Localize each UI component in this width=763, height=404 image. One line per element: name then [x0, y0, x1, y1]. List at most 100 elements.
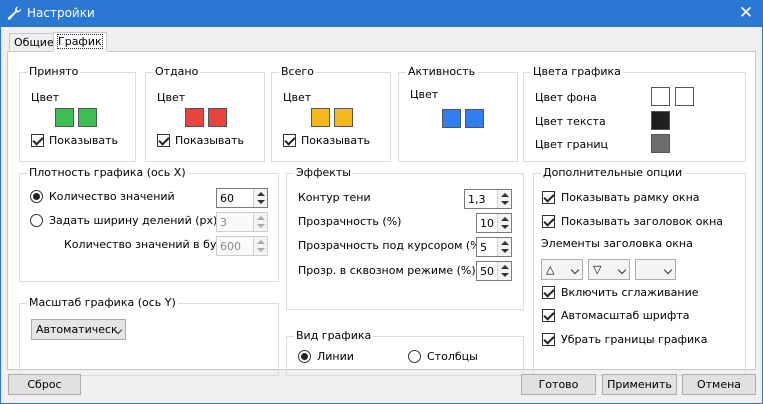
background-color-label: Цвет фона [535, 91, 597, 104]
hover-transparency-label: Прозрачность под курсором (%) [298, 239, 485, 252]
background-color-swatch-1[interactable] [651, 87, 670, 106]
remove-borders-checkbox[interactable] [542, 333, 555, 346]
transparency-spinner[interactable]: 10 [476, 213, 512, 233]
buffer-spinner[interactable]: 600 [216, 236, 268, 256]
spin-up-icon[interactable] [501, 193, 509, 197]
spin-down-icon[interactable] [501, 273, 509, 277]
graph-colors-title: Цвета графика [531, 65, 623, 79]
autoscale-font-checkbox[interactable] [542, 309, 555, 322]
lines-radio[interactable] [298, 350, 311, 363]
reset-button[interactable]: Сброс [8, 374, 81, 395]
spin-up-icon[interactable] [257, 216, 265, 220]
activity-color-swatch-2[interactable] [465, 109, 484, 128]
chevron-down-icon [570, 265, 580, 275]
show-border-label: Показывать рамку окна [561, 191, 700, 204]
chevron-down-icon [617, 265, 627, 275]
window-title: Настройки [27, 6, 95, 20]
activity-group: Активность Цвет [398, 65, 518, 162]
total-show-checkbox[interactable] [283, 134, 296, 147]
hover-spin-arrows[interactable] [497, 238, 511, 256]
sent-color-swatch-2[interactable] [208, 108, 227, 127]
through-spin-arrows[interactable] [497, 262, 511, 280]
received-show-checkbox[interactable] [31, 134, 44, 147]
density-title: Плотность графика (ось X) [27, 166, 188, 180]
header-element-select-1[interactable]: △ [541, 259, 583, 280]
through-transparency-value: 50 [480, 265, 494, 278]
count-radio[interactable] [30, 190, 43, 203]
count-spinner[interactable]: 60 [216, 188, 268, 208]
spin-down-icon[interactable] [257, 200, 265, 204]
down-triangle-icon: ▽ [593, 263, 602, 276]
total-color-swatch-2[interactable] [334, 108, 353, 127]
view-title: Вид графика [294, 329, 374, 343]
buffer-spin-arrows[interactable] [253, 237, 267, 255]
spin-down-icon[interactable] [257, 224, 265, 228]
width-value: 3 [220, 216, 227, 229]
spin-up-icon[interactable] [501, 265, 509, 269]
smoothing-checkbox[interactable] [542, 286, 555, 299]
text-color-label: Цвет текста [535, 115, 606, 128]
remove-borders-label: Убрать границы графика [561, 333, 708, 346]
spin-down-icon[interactable] [257, 248, 265, 252]
show-header-label: Показывать заголовок окна [561, 215, 724, 228]
scale-group: Масштаб графика (ось Y) Автоматическ [19, 296, 279, 376]
sent-color-swatch-1[interactable] [185, 108, 204, 127]
ok-button[interactable]: Готово [521, 374, 596, 395]
received-title: Принято [27, 65, 81, 79]
width-spinner[interactable]: 3 [216, 212, 268, 232]
shadow-spinner[interactable]: 1,3 [464, 189, 512, 209]
sent-group: Отдано Цвет Показывать [145, 65, 265, 162]
received-group: Принято Цвет Показывать [19, 65, 136, 162]
shadow-spin-arrows[interactable] [497, 190, 511, 208]
transparency-spin-arrows[interactable] [497, 214, 511, 232]
shadow-label: Контур тени [298, 191, 371, 204]
received-color-label: Цвет [31, 91, 60, 104]
scale-select[interactable]: Автоматическ [31, 319, 126, 340]
header-elements-label: Элементы заголовка окна [541, 237, 693, 250]
columns-radio[interactable] [408, 350, 421, 363]
scale-value: Автоматическ [36, 323, 118, 336]
apply-button[interactable]: Применить [602, 374, 677, 395]
width-radio[interactable] [30, 214, 43, 227]
border-color-swatch[interactable] [651, 134, 670, 153]
columns-label: Столбцы [427, 350, 478, 363]
received-color-swatch-1[interactable] [55, 108, 74, 127]
spin-down-icon[interactable] [501, 249, 509, 253]
header-element-select-3[interactable] [635, 259, 676, 280]
buffer-value: 600 [220, 240, 241, 253]
spin-down-icon[interactable] [501, 225, 509, 229]
activity-color-swatch-1[interactable] [442, 109, 461, 128]
width-spin-arrows[interactable] [253, 213, 267, 231]
lines-label: Линии [317, 350, 354, 363]
spin-up-icon[interactable] [257, 192, 265, 196]
count-value: 60 [220, 192, 234, 205]
spin-down-icon[interactable] [501, 201, 509, 205]
tab-graph[interactable]: График [53, 32, 107, 52]
spin-up-icon[interactable] [257, 240, 265, 244]
graph-colors-group: Цвета графика Цвет фона Цвет текста Цвет… [523, 65, 746, 162]
close-icon[interactable]: ✕ [729, 0, 763, 27]
tab-general[interactable]: Общие [9, 33, 59, 52]
settings-window: Общие График Принято Цвет Показывать Отд… [0, 27, 763, 404]
sent-title: Отдано [153, 65, 201, 79]
count-spin-arrows[interactable] [253, 189, 267, 207]
smoothing-label: Включить сглаживание [561, 286, 699, 299]
hover-transparency-spinner[interactable]: 5 [476, 237, 512, 257]
text-color-swatch[interactable] [651, 111, 670, 130]
total-color-swatch-1[interactable] [311, 108, 330, 127]
show-border-checkbox[interactable] [542, 191, 555, 204]
received-show-label: Показывать [49, 134, 119, 147]
cancel-button[interactable]: Отмена [682, 374, 756, 395]
wrench-icon [7, 6, 21, 20]
sent-show-checkbox[interactable] [157, 134, 170, 147]
total-group: Всего Цвет Показывать [271, 65, 391, 162]
total-title: Всего [279, 65, 316, 79]
received-color-swatch-2[interactable] [78, 108, 97, 127]
spin-up-icon[interactable] [501, 241, 509, 245]
show-header-checkbox[interactable] [542, 215, 555, 228]
effects-group: Эффекты Контур тени 1,3 Прозрачность (%)… [286, 166, 524, 310]
spin-up-icon[interactable] [501, 217, 509, 221]
background-color-swatch-2[interactable] [675, 87, 694, 106]
header-element-select-2[interactable]: ▽ [588, 259, 630, 280]
through-transparency-spinner[interactable]: 50 [476, 261, 512, 281]
